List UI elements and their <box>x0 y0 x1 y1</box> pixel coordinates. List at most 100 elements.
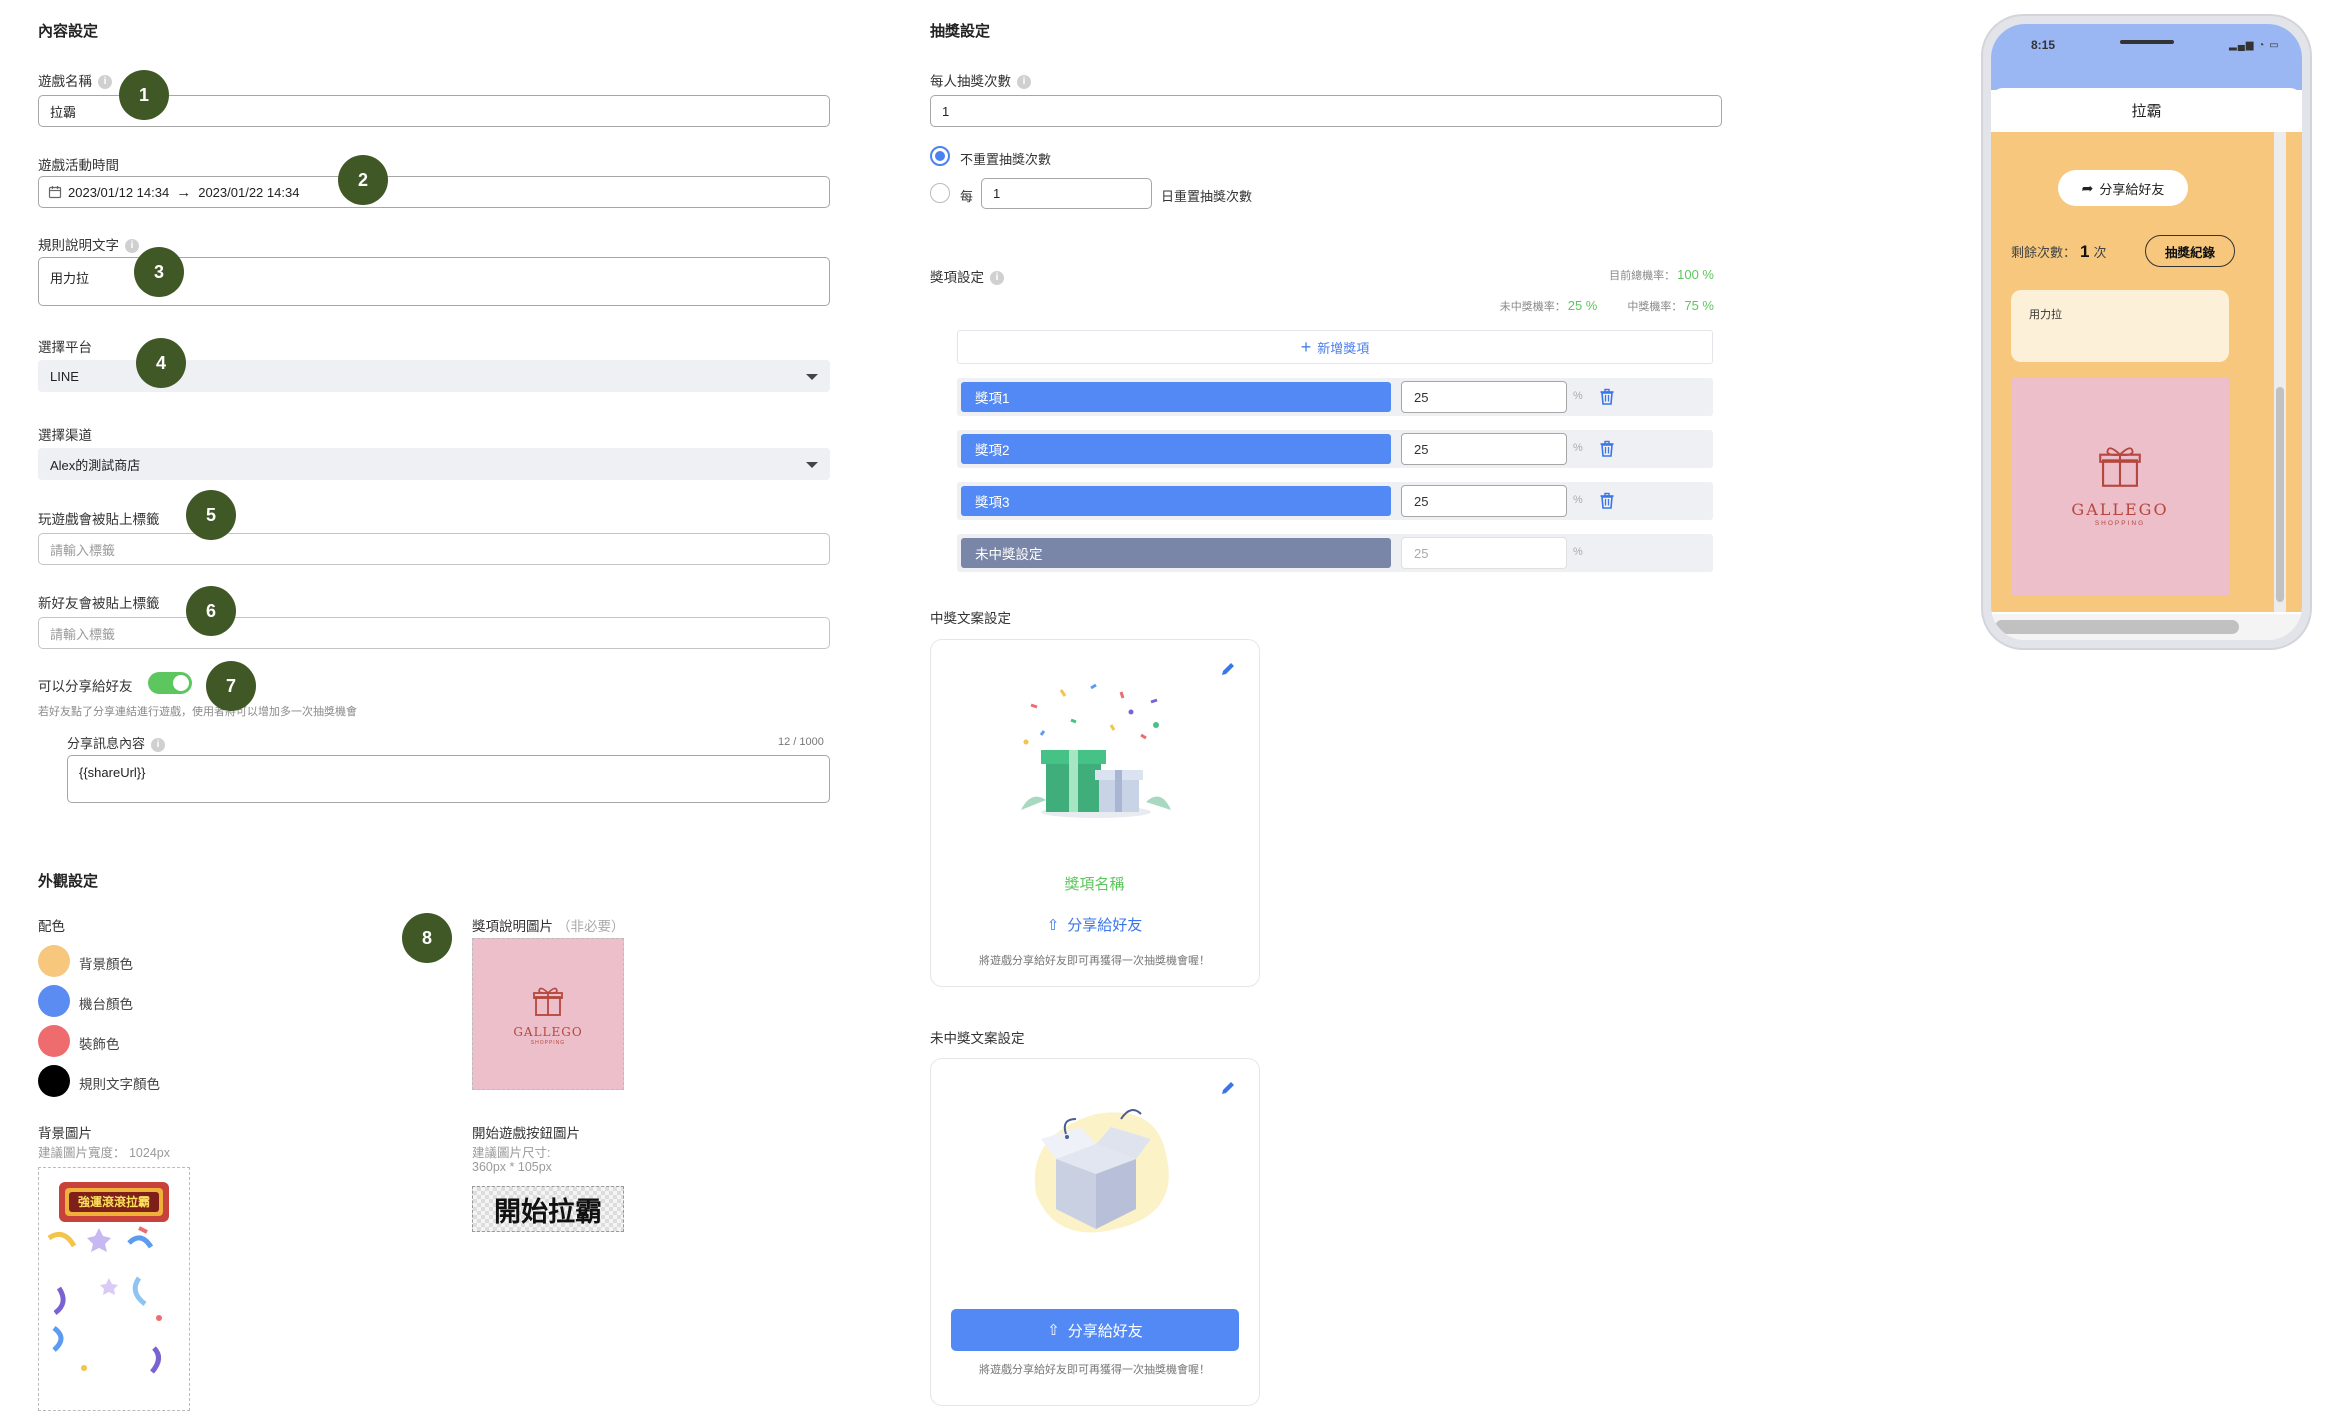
edit-pencil-icon[interactable] <box>1219 1079 1237 1097</box>
start-button-image-label: 開始遊戲按鈕圖片 <box>472 1126 580 1141</box>
rules-text-color-swatch[interactable] <box>38 1065 70 1097</box>
prize-row: 獎項1 25 % <box>957 378 1713 416</box>
lottery-settings-title: 抽獎設定 <box>930 23 991 40</box>
per-person-label: 每人抽獎次數 i <box>930 70 1031 90</box>
friend-tag-input[interactable]: 請輸入標籤 <box>38 617 830 649</box>
friend-tag-label: 新好友會被貼上標籤 <box>38 596 160 611</box>
share-arrow-icon: ➦ <box>2081 179 2094 196</box>
caret-down-icon <box>806 462 818 468</box>
info-icon[interactable]: i <box>125 239 139 254</box>
win-share-link[interactable]: ⇧ 分享給好友 <box>931 914 1258 935</box>
add-prize-label: 新增獎項 <box>1317 340 1370 356</box>
info-icon[interactable]: i <box>1017 75 1031 90</box>
percent-sign: % <box>1573 390 1583 402</box>
share-hint: 若好友點了分享連結進行遊戲，使用者將可以增加多一次抽獎機會 <box>38 706 357 718</box>
no-reset-radio[interactable] <box>930 146 950 166</box>
arrow-right-icon: → <box>176 183 192 201</box>
edit-pencil-icon[interactable] <box>1219 660 1237 678</box>
step-badge-8: 8 <box>402 913 452 963</box>
info-icon[interactable]: i <box>990 271 1004 286</box>
phone-time: 8:15 <box>2031 38 2056 52</box>
phone-prize-image: GALLEGO SHOPPING <box>2011 378 2229 596</box>
step-badge-4: 4 <box>136 338 186 388</box>
channel-select[interactable]: Alex的測試商店 <box>38 448 830 480</box>
win-copy-label: 中獎文案設定 <box>930 611 1011 626</box>
add-prize-button[interactable]: + 新增獎項 <box>957 330 1713 364</box>
start-button-hint-2: 360px * 105px <box>472 1160 552 1174</box>
trash-icon[interactable] <box>1597 491 1617 511</box>
phone-game-area: ➦ 分享給好友 剩餘次數： 1 次 抽獎紀錄 用力拉 GALLEGO SHOPPING <box>1991 132 2302 612</box>
daily-reset-prefix: 每 <box>960 189 974 204</box>
total-rate: 目前總機率： 100 % <box>1609 267 1714 282</box>
per-person-input[interactable]: 1 <box>930 95 1722 127</box>
prize-image-preview[interactable]: GALLEGO SHOPPING <box>472 938 624 1090</box>
brand-name: GALLEGO <box>2071 500 2169 519</box>
calendar-icon <box>48 186 62 199</box>
decor-color-swatch[interactable] <box>38 1025 70 1057</box>
prize-name[interactable]: 獎項3 <box>961 486 1391 516</box>
prize-rate-input[interactable]: 25 <box>1401 381 1567 413</box>
trash-icon[interactable] <box>1597 387 1617 407</box>
info-icon[interactable]: i <box>98 75 112 90</box>
lose-share-button[interactable]: ⇧ 分享給好友 <box>951 1309 1239 1351</box>
channel-value: Alex的測試商店 <box>50 457 141 473</box>
win-share-note: 將遊戲分享給好友即可再獲得一次抽獎機會喔！ <box>979 955 1210 967</box>
bg-banner-text: 強運滾滾拉霸 <box>77 1195 150 1209</box>
end-date: 2023/01/22 14:34 <box>198 184 300 200</box>
notch-pill <box>2120 40 2174 44</box>
phone-rules-box: 用力拉 <box>2011 290 2229 362</box>
lose-share-note: 將遊戲分享給好友即可再獲得一次抽獎機會喔！ <box>979 1364 1210 1376</box>
daily-reset-radio[interactable] <box>930 183 950 203</box>
vertical-scroll-track[interactable] <box>2274 132 2286 612</box>
step-badge-7: 7 <box>206 661 256 711</box>
game-name-label: 遊戲名稱 i <box>38 70 112 90</box>
brand-name: GALLEGO <box>513 1025 583 1039</box>
phone-screen: 8:15 ▂▄▆ ◔ ▭ 拉霸 ➦ 分享給好友 剩餘次數： 1 次 抽獎紀錄 用力拉 … <box>1991 24 2302 640</box>
prize-rate-input[interactable]: 25 <box>1401 485 1567 517</box>
appearance-title: 外觀設定 <box>38 873 99 890</box>
info-icon[interactable]: i <box>151 737 166 752</box>
prize-rate-input[interactable]: 25 <box>1401 433 1567 465</box>
plus-icon: + <box>1300 336 1312 357</box>
game-time-label: 遊戲活動時間 <box>38 158 119 173</box>
win-copy-card: 獎項名稱 ⇧ 分享給好友 將遊戲分享給好友即可再獲得一次抽獎機會喔！ <box>930 639 1260 987</box>
share-toggle[interactable] <box>148 672 192 694</box>
colors-label: 配色 <box>38 919 65 934</box>
start-date: 2023/01/12 14:34 <box>68 184 170 200</box>
channel-label: 選擇渠道 <box>38 428 92 443</box>
phone-share-button[interactable]: ➦ 分享給好友 <box>2058 170 2188 206</box>
percent-sign: % <box>1573 494 1583 506</box>
bg-color-swatch[interactable] <box>38 945 70 977</box>
bg-image-preview[interactable]: 強運滾滾拉霸 <box>38 1167 190 1411</box>
brand-sub: SHOPPING <box>530 1040 566 1046</box>
machine-color-swatch[interactable] <box>38 985 70 1017</box>
content-settings-title: 內容設定 <box>38 23 99 40</box>
play-tag-input[interactable]: 請輸入標籤 <box>38 533 830 565</box>
rate-breakdown: 未中獎機率： 25 % 中獎機率： 75 % <box>1499 298 1714 313</box>
phone-history-button[interactable]: 抽獎紀錄 <box>2145 235 2235 267</box>
daily-reset-input[interactable]: 1 <box>981 178 1152 209</box>
prize-name[interactable]: 獎項2 <box>961 434 1391 464</box>
horizontal-scroll-thumb[interactable] <box>1995 620 2239 634</box>
game-time-range-input[interactable]: 2023/01/12 14:34 → 2023/01/22 14:34 <box>38 176 830 208</box>
no-prize-name: 未中獎設定 <box>961 538 1391 568</box>
rules-label: 規則說明文字 i <box>38 234 139 254</box>
lose-copy-label: 未中獎文案設定 <box>930 1031 1025 1046</box>
prize-name[interactable]: 獎項1 <box>961 382 1391 412</box>
platform-label: 選擇平台 <box>38 340 92 355</box>
prize-settings-label: 獎項設定 i <box>930 266 1004 286</box>
share-msg-count: 12 / 1000 <box>778 736 824 748</box>
step-badge-2: 2 <box>338 155 388 205</box>
share-msg-textarea[interactable]: {{shareUrl}} <box>67 755 830 803</box>
phone-remaining: 剩餘次數： 1 次 <box>2011 242 2107 261</box>
status-icons: ▂▄▆ ◔ ▭ <box>2229 40 2280 51</box>
bg-image-label: 背景圖片 <box>38 1126 92 1141</box>
step-badge-3: 3 <box>134 247 184 297</box>
start-button-image-preview[interactable]: 開始拉霸 <box>472 1186 624 1232</box>
vertical-scroll-thumb[interactable] <box>2276 387 2284 602</box>
horizontal-scroll-track[interactable] <box>1991 614 2302 640</box>
prize-row: 獎項2 25 % <box>957 430 1713 468</box>
brand-sub: SHOPPING <box>2094 520 2146 527</box>
trash-icon[interactable] <box>1597 439 1617 459</box>
lose-copy-card: ⇧ 分享給好友 將遊戲分享給好友即可再獲得一次抽獎機會喔！ <box>930 1058 1260 1406</box>
